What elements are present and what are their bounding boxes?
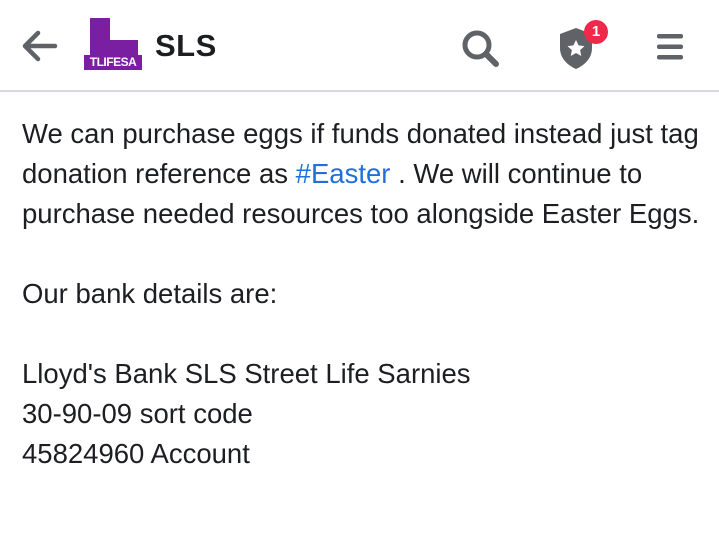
bank-name-line: Lloyd's Bank SLS Street Life Sarnies (22, 358, 471, 389)
post-body: We can purchase eggs if funds donated in… (22, 114, 702, 474)
back-button[interactable] (18, 24, 62, 68)
avatar-caption: TLIFESA (84, 55, 142, 70)
menu-button[interactable] (652, 28, 690, 66)
arrow-left-icon (22, 30, 58, 62)
hashtag-link[interactable]: #Easter (296, 158, 391, 189)
notification-badge: 1 (584, 20, 608, 44)
hamburger-menu-icon (657, 34, 683, 60)
account-number-line: 45824960 Account (22, 438, 250, 469)
page-title[interactable]: SLS (155, 28, 217, 64)
search-button[interactable] (458, 26, 502, 70)
post-paragraph-1: We can purchase eggs if funds donated in… (22, 114, 702, 234)
sort-code-line: 30-90-09 sort code (22, 398, 253, 429)
post-paragraph-2: Our bank details are: (22, 278, 278, 309)
top-navigation-bar: TLIFESA SLS 1 (0, 0, 719, 92)
search-icon (462, 30, 499, 67)
page-avatar[interactable]: TLIFESA (84, 18, 142, 72)
